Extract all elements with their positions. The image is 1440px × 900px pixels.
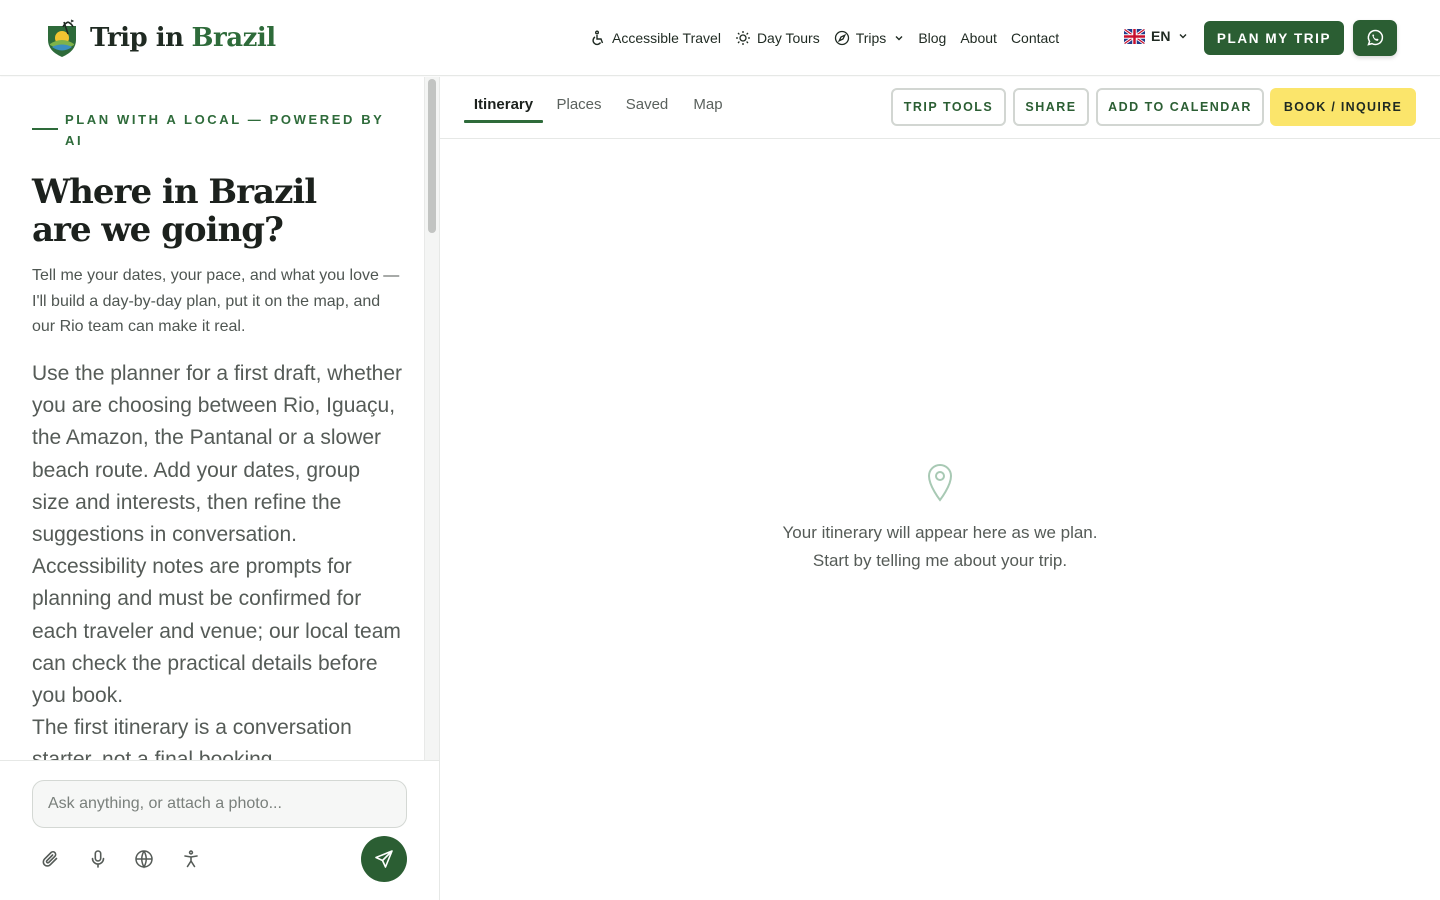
nav-day-tours[interactable]: Day Tours <box>735 30 820 46</box>
nav-day-tours-label: Day Tours <box>756 30 820 46</box>
brand-name-part2: Brazil <box>191 23 277 53</box>
paperclip-icon <box>42 851 58 867</box>
brand-name-part1: Trip in <box>90 23 184 53</box>
language-selector[interactable]: EN <box>1124 28 1188 44</box>
whatsapp-icon <box>1367 29 1384 46</box>
language-code: EN <box>1151 28 1171 44</box>
book-inquire-button[interactable]: BOOK / INQUIRE <box>1270 88 1416 126</box>
eyebrow: PLAN WITH A LOCAL — POWERED BY AI <box>32 109 392 151</box>
itinerary-panel: Itinerary Places Saved Map TRIP TOOLS SH… <box>440 77 1440 900</box>
eyebrow-rule <box>32 128 58 130</box>
accessibility-button[interactable] <box>180 848 202 870</box>
chat-input[interactable] <box>32 780 407 828</box>
tab-map[interactable]: Map <box>688 95 728 123</box>
sun-icon <box>735 31 750 45</box>
send-icon <box>375 850 393 868</box>
microphone-icon <box>91 850 105 868</box>
attach-button[interactable] <box>40 848 62 870</box>
uk-flag-icon <box>1124 28 1145 44</box>
globe-icon <box>135 850 153 869</box>
chat-scroll-area[interactable]: PLAN WITH A LOCAL — POWERED BY AI Where … <box>0 77 424 760</box>
nav-contact-label: Contact <box>1010 30 1060 46</box>
chat-panel: PLAN WITH A LOCAL — POWERED BY AI Where … <box>0 77 440 900</box>
tab-bar: Itinerary Places Saved Map TRIP TOOLS SH… <box>440 77 1440 139</box>
scrollbar-thumb[interactable] <box>428 79 436 233</box>
planner-paragraph: The first itinerary is a conversation st… <box>32 716 352 760</box>
compass-icon <box>834 30 849 46</box>
nav-accessible-travel-label: Accessible Travel <box>612 30 721 46</box>
planner-description: Use the planner for a first draft, wheth… <box>32 358 402 760</box>
page-title: Where in Brazil are we going? <box>32 173 332 249</box>
nav-contact[interactable]: Contact <box>1011 30 1059 46</box>
language-button[interactable] <box>133 848 155 870</box>
empty-state-line1: Your itinerary will appear here as we pl… <box>782 523 1098 542</box>
accessibility-icon <box>592 30 604 46</box>
map-pin-icon <box>927 464 953 502</box>
planner-paragraph: Use the planner for a first draft, wheth… <box>32 362 403 708</box>
active-tab-indicator <box>464 120 543 123</box>
trip-tools-button[interactable]: TRIP TOOLS <box>891 88 1006 126</box>
chevron-down-icon <box>895 36 903 41</box>
main-nav: Accessible Travel Day Tours Trips Blog A… <box>590 26 1073 50</box>
logo[interactable]: Trip in Brazil <box>44 18 276 58</box>
nav-accessible-travel[interactable]: Accessible Travel <box>590 30 721 46</box>
tab-itinerary[interactable]: Itinerary <box>464 95 543 123</box>
empty-state-line2: Start by telling me about your trip. <box>812 551 1068 570</box>
send-button[interactable] <box>361 836 407 882</box>
intro-text: Tell me your dates, your pace, and what … <box>32 267 400 335</box>
add-to-calendar-button[interactable]: ADD TO CALENDAR <box>1096 88 1264 126</box>
nav-blog-label: Blog <box>918 30 947 46</box>
eyebrow-text: PLAN WITH A LOCAL — POWERED BY AI <box>65 112 385 148</box>
nav-trips[interactable]: Trips <box>834 30 905 46</box>
page-title-line1: Where in Brazil <box>32 172 317 212</box>
page-title-line2: are we going? <box>32 210 284 250</box>
logo-icon <box>48 19 76 57</box>
nav-trips-label: Trips <box>855 30 887 46</box>
plan-my-trip-button[interactable]: PLAN MY TRIP <box>1204 21 1344 55</box>
nav-about-label: About <box>960 30 997 46</box>
site-header: Trip in Brazil Accessible Travel Day Tour… <box>0 0 1440 76</box>
accessibility-icon <box>184 850 198 868</box>
chevron-down-icon <box>1179 34 1187 39</box>
chat-composer <box>0 760 439 900</box>
whatsapp-button[interactable] <box>1353 20 1397 56</box>
nav-about[interactable]: About <box>960 30 997 46</box>
tab-saved[interactable]: Saved <box>622 95 672 123</box>
nav-blog[interactable]: Blog <box>918 30 946 46</box>
tab-places[interactable]: Places <box>552 95 606 123</box>
brand-name: Trip in Brazil <box>90 23 276 53</box>
share-button[interactable]: SHARE <box>1013 88 1089 126</box>
voice-button[interactable] <box>87 848 109 870</box>
